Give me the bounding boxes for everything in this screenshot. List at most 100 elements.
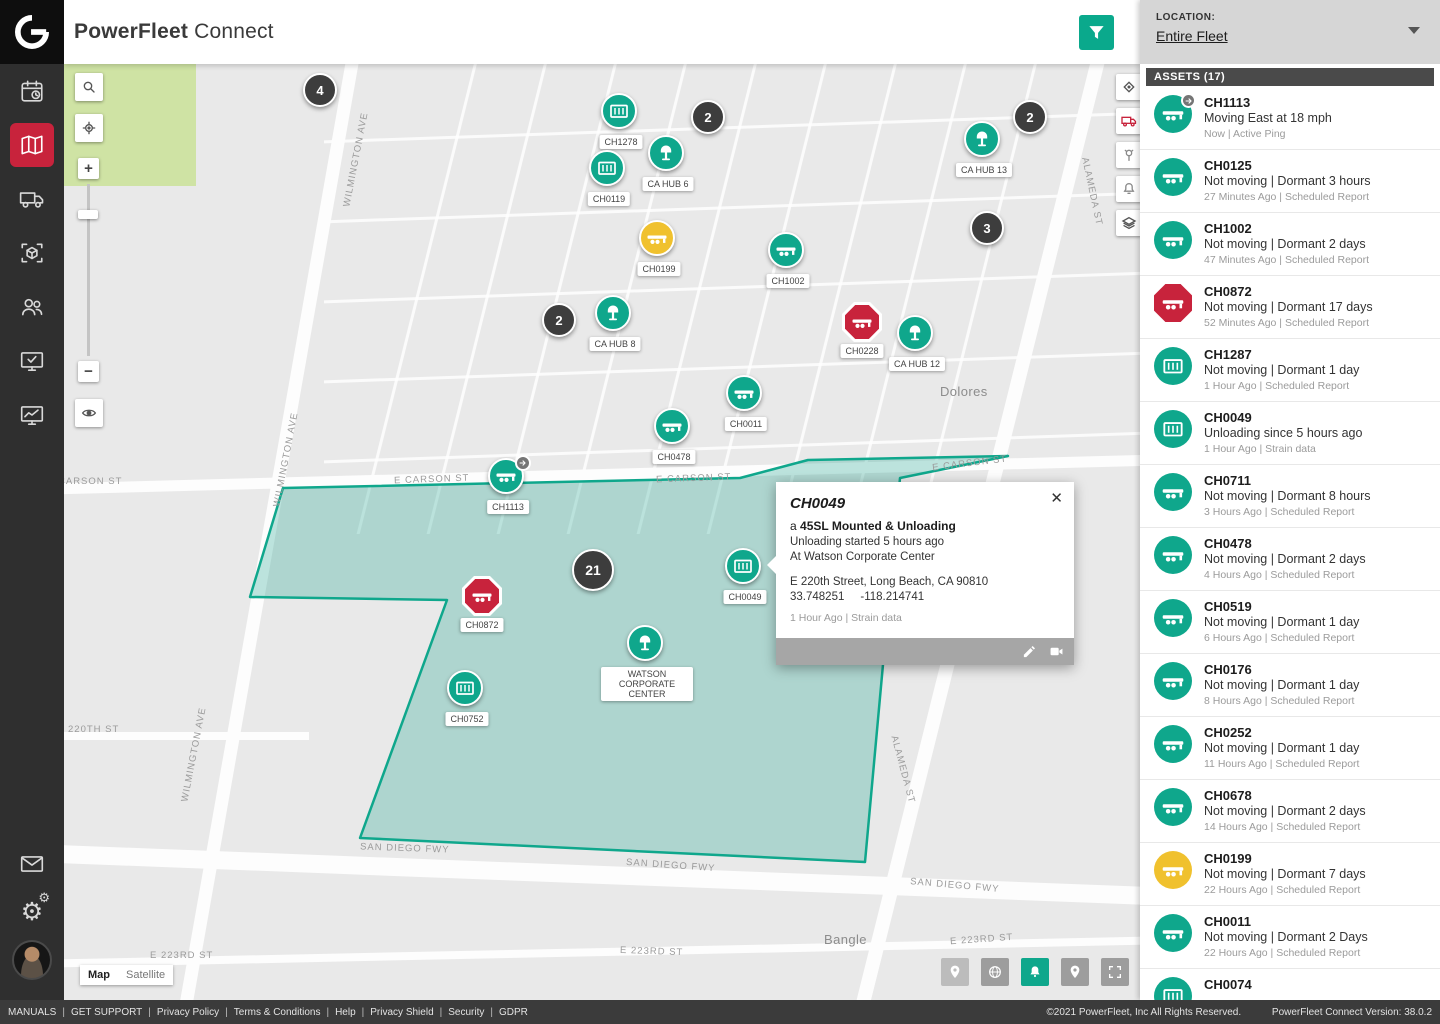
footer-link[interactable]: Terms & Conditions (234, 1007, 321, 1018)
map-marker-ch0478[interactable]: CH0478 (652, 408, 696, 464)
asset-list-item-ch0199[interactable]: CH0199 Not moving | Dormant 7 days 22 Hour… (1140, 843, 1440, 906)
asset-meta: 22 Hours Ago | Scheduled Report (1204, 884, 1361, 896)
messages-button[interactable] (0, 844, 64, 884)
map-marker-ch0228[interactable]: CH0228 (840, 302, 884, 358)
video-icon[interactable] (1049, 644, 1064, 659)
zoom-slider-handle[interactable] (78, 210, 98, 219)
expand-icon (1109, 966, 1121, 978)
alerts-tool-button[interactable] (1021, 958, 1049, 986)
map-cluster[interactable]: 4 (303, 73, 337, 107)
location-tool-button[interactable] (1061, 958, 1089, 986)
stop-octagon (842, 302, 882, 342)
user-avatar[interactable] (12, 940, 52, 980)
map[interactable]: WILMINGTON AVE WILMINGTON AVE WILMINGTON A… (64, 64, 1140, 1000)
search-icon (83, 81, 95, 93)
zoom-in-button[interactable]: + (78, 158, 99, 179)
asset-text: CH0176 Not moving | Dormant 1 day 8 Hours … (1204, 662, 1359, 716)
marker-label: CH0228 (840, 344, 884, 358)
asset-meta: 4 Hours Ago | Scheduled Report (1204, 569, 1355, 581)
fullscreen-button[interactable] (1101, 958, 1129, 986)
footer-link[interactable]: MANUALS (8, 1007, 56, 1018)
layers-button[interactable] (1116, 210, 1140, 236)
asset-list-item-ch0074[interactable]: CH0074 (1140, 969, 1440, 1000)
sidebar-item-inspections[interactable] (0, 334, 64, 388)
close-icon[interactable]: ✕ (1050, 491, 1063, 506)
settings-button[interactable]: ⚙ ⚙ (0, 890, 64, 932)
map-marker-ch0049[interactable]: CH0049 (723, 548, 767, 604)
marker-label: CH0011 (724, 417, 768, 431)
asset-status: Not moving | Dormant 1 day (1204, 678, 1360, 692)
asset-list-item-ch1002[interactable]: CH1002 Not moving | Dormant 2 days 47 Minu… (1140, 213, 1440, 276)
pin-tool-button[interactable] (941, 958, 969, 986)
asset-list-item-ch0872[interactable]: CH0872 Not moving | Dormant 17 days 52 Min… (1140, 276, 1440, 339)
asset-list-item-ch0176[interactable]: CH0176 Not moving | Dormant 1 day 8 Hours … (1140, 654, 1440, 717)
streetlight-layer-button[interactable] (1116, 142, 1140, 168)
asset-list-item-ch0678[interactable]: CH0678 Not moving | Dormant 2 days 14 Hour… (1140, 780, 1440, 843)
sidebar-item-schedule[interactable] (0, 64, 64, 118)
map-marker-ca-hub-12[interactable]: CA HUB 12 (888, 315, 946, 371)
footer-link[interactable]: Security (448, 1007, 484, 1018)
map-marker-watson-corporate-center[interactable]: WATSON CORPORATE CENTER (601, 625, 693, 701)
globe-tool-button[interactable] (981, 958, 1009, 986)
asset-list-item-ch1287[interactable]: CH1287 Not moving | Dormant 1 day 1 Hour A… (1140, 339, 1440, 402)
truck-layer-button[interactable] (1116, 108, 1140, 134)
asset-id: CH0252 (1204, 725, 1252, 740)
map-marker-ch0119[interactable]: CH0119 (587, 150, 631, 206)
map-pin-icon (950, 965, 960, 978)
footer-link[interactable]: Privacy Shield (370, 1007, 433, 1018)
asset-list-item-ch0519[interactable]: CH0519 Not moving | Dormant 1 day 6 Hours … (1140, 591, 1440, 654)
map-marker-ca-hub-6[interactable]: CA HUB 6 (642, 135, 694, 191)
asset-list-item-ch1113[interactable]: CH1113 Moving East at 18 mph Now | Active … (1140, 87, 1440, 150)
map-cluster[interactable]: 21 (572, 549, 614, 591)
map-marker-ch0199[interactable]: CH0199 (637, 220, 681, 276)
sidebar-item-reports[interactable] (0, 388, 64, 442)
map-type-map-button[interactable]: Map (80, 965, 118, 985)
sidebar-item-fleet[interactable] (0, 172, 64, 226)
visibility-button[interactable] (75, 399, 103, 427)
location-value[interactable]: Entire Fleet (1156, 28, 1228, 44)
marker-label: CH1113 (487, 500, 529, 514)
sidebar-item-assets[interactable] (0, 226, 64, 280)
asset-id: CH0176 (1204, 662, 1252, 677)
asset-list-item-ch0711[interactable]: CH0711 Not moving | Dormant 8 hours 3 Hour… (1140, 465, 1440, 528)
edit-icon[interactable] (1022, 644, 1037, 659)
chevron-down-icon[interactable] (1408, 27, 1420, 34)
sidebar-item-people[interactable] (0, 280, 64, 334)
asset-list-item-ch0125[interactable]: CH0125 Not moving | Dormant 3 hours 27 Min… (1140, 150, 1440, 213)
chassis-icon (1154, 662, 1192, 700)
asset-list-item-ch0011[interactable]: CH0011 Not moving | Dormant 2 Days 22 Hour… (1140, 906, 1440, 969)
map-marker-ch0011[interactable]: CH0011 (724, 375, 768, 431)
map-marker-ca-hub-8[interactable]: CA HUB 8 (589, 295, 641, 351)
locate-button[interactable] (75, 114, 103, 142)
chassis-icon (1154, 788, 1192, 826)
sidebar-item-map[interactable] (0, 118, 64, 172)
asset-status: Not moving | Dormant 2 days (1204, 237, 1366, 251)
map-type-satellite-button[interactable]: Satellite (118, 965, 174, 985)
filter-button[interactable] (1079, 15, 1114, 50)
map-cluster[interactable]: 2 (691, 100, 725, 134)
map-search-button[interactable] (75, 73, 103, 101)
chassis-icon (1154, 851, 1192, 889)
footer-link[interactable]: GDPR (499, 1007, 528, 1018)
navigate-button[interactable] (1116, 74, 1140, 100)
footer-link[interactable]: GET SUPPORT (71, 1007, 142, 1018)
asset-list-item-ch0049[interactable]: CH0049 Unloading since 5 hours ago 1 Hour … (1140, 402, 1440, 465)
footer-link[interactable]: Help (335, 1007, 356, 1018)
map-cluster[interactable]: 3 (970, 211, 1004, 245)
map-marker-ch1002[interactable]: CH1002 (766, 232, 810, 288)
asset-list-item-ch0478[interactable]: CH0478 Not moving | Dormant 2 days 4 Hours… (1140, 528, 1440, 591)
map-marker-ch0752[interactable]: CH0752 (445, 670, 489, 726)
footer-link[interactable]: Privacy Policy (157, 1007, 219, 1018)
map-marker-ch0872[interactable]: CH0872 (460, 576, 504, 632)
calendar-clock-icon (21, 80, 43, 102)
map-marker-ch1278[interactable]: CH1278 (599, 93, 643, 149)
location-selector[interactable]: LOCATION: Entire Fleet (1140, 0, 1440, 64)
asset-list-item-ch0252[interactable]: CH0252 Not moving | Dormant 1 day 11 Hours… (1140, 717, 1440, 780)
map-marker-ca-hub-13[interactable]: CA HUB 13 (955, 121, 1013, 177)
powerfleet-logo[interactable] (0, 0, 64, 64)
map-cluster[interactable]: 2 (1013, 100, 1047, 134)
alerts-layer-button[interactable] (1116, 176, 1140, 202)
map-cluster[interactable]: 2 (542, 303, 576, 337)
zoom-out-button[interactable]: − (78, 361, 99, 382)
map-marker-ch1113[interactable]: CH1113 (487, 455, 531, 514)
